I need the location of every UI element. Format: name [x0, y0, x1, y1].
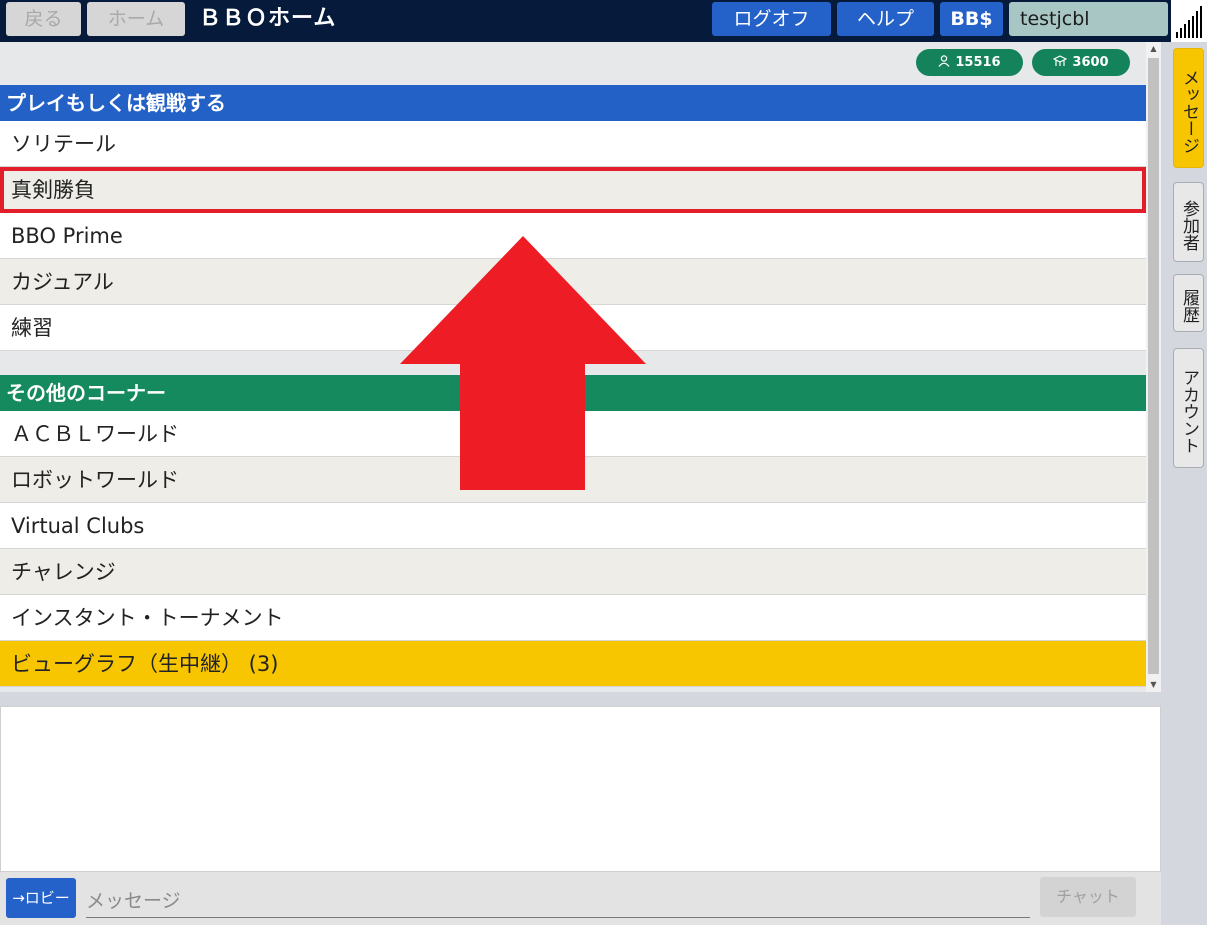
message-input[interactable] [86, 884, 1030, 918]
home-button[interactable]: ホーム [87, 2, 185, 36]
tab-messages[interactable]: メッセージ [1173, 48, 1204, 168]
scrollbar[interactable]: ▲ ▼ [1146, 42, 1161, 692]
scroll-thumb[interactable] [1148, 58, 1159, 674]
username-button[interactable]: testjcbl [1009, 2, 1168, 36]
list-item-virtual-clubs[interactable]: Virtual Clubs [0, 503, 1146, 549]
scroll-up-icon[interactable]: ▲ [1146, 42, 1161, 56]
page-title: ＢＢＯホーム [199, 6, 337, 31]
top-bar: 戻る ホーム ＢＢＯホーム ログオフ ヘルプ BB$ testjcbl [0, 0, 1207, 42]
logoff-button[interactable]: ログオフ [712, 2, 831, 36]
list-item-challenges[interactable]: チャレンジ [0, 549, 1146, 595]
user-icon [938, 49, 950, 76]
scroll-down-icon[interactable]: ▼ [1146, 678, 1161, 692]
lobby-main: 15516 3600 プレイもしくは観戦する ソリテール 真剣勝負 BBO Pr… [0, 42, 1146, 692]
side-tabs-panel: メッセージ 参加者 履歴 アカウント [1161, 42, 1207, 925]
help-button[interactable]: ヘルプ [837, 2, 934, 36]
list-item-bbo-prime[interactable]: BBO Prime [0, 213, 1146, 259]
chat-messages-area [0, 706, 1161, 872]
list-item-robot-world[interactable]: ロボットワールド [0, 457, 1146, 503]
other-section-header: その他のコーナー [0, 375, 1146, 411]
list-item-acbl-world[interactable]: ＡＣＢＬワールド [0, 411, 1146, 457]
stats-bar: 15516 3600 [0, 42, 1146, 85]
tab-account[interactable]: アカウント [1173, 348, 1204, 468]
bb-dollars-button[interactable]: BB$ [940, 2, 1003, 36]
chat-input-bar: →ロビー チャット [0, 872, 1161, 925]
list-item-competitive[interactable]: 真剣勝負 [0, 167, 1146, 213]
table-icon [1053, 49, 1068, 76]
chat-send-button[interactable]: チャット [1040, 877, 1136, 917]
online-users-badge: 15516 [916, 49, 1023, 76]
signal-strength-icon [1171, 0, 1207, 42]
list-item-solitaire[interactable]: ソリテール [0, 121, 1146, 167]
list-item-vugraph[interactable]: ビューグラフ（生中継） (3) [0, 641, 1146, 687]
online-users-count: 15516 [955, 55, 1001, 70]
tab-history[interactable]: 履歴 [1173, 274, 1204, 332]
list-item-practice[interactable]: 練習 [0, 305, 1146, 351]
panel-divider[interactable] [0, 692, 1161, 706]
play-section-header: プレイもしくは観戦する [0, 85, 1146, 121]
list-item-casual[interactable]: カジュアル [0, 259, 1146, 305]
tables-badge: 3600 [1032, 49, 1130, 76]
lobby-button[interactable]: →ロビー [6, 878, 76, 918]
list-item-instant-tournament[interactable]: インスタント・トーナメント [0, 595, 1146, 641]
tables-count: 3600 [1072, 55, 1109, 70]
back-button[interactable]: 戻る [6, 2, 81, 36]
tab-players[interactable]: 参加者 [1173, 182, 1204, 262]
